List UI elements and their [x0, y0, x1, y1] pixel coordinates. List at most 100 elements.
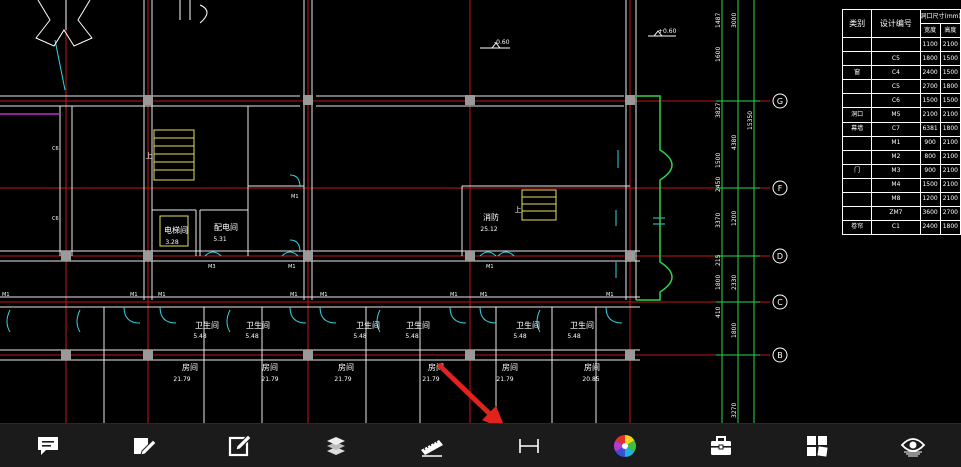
- schedule-cell-code: M2: [871, 149, 921, 165]
- room-6-area: 20.85: [582, 376, 599, 383]
- layers-icon: [327, 436, 346, 455]
- schedule-cell-w: 800: [919, 149, 941, 165]
- schedule-row: C6 1500 1500: [841, 93, 961, 109]
- door-label: M3: [208, 264, 216, 270]
- color-button[interactable]: [605, 426, 645, 466]
- room-2-area: 21.79: [261, 376, 278, 383]
- schedule-cell-code: ZM7: [871, 205, 921, 221]
- dim-3270: 3270: [731, 403, 738, 418]
- room-fire-name: 消防: [483, 212, 499, 222]
- schedule-cell-cat: [841, 149, 873, 165]
- schedule-cell-w: 1800: [919, 51, 941, 67]
- comment-button[interactable]: [28, 426, 68, 466]
- dim-1200: 1200: [731, 211, 738, 226]
- dim-3370: 3370: [715, 213, 722, 228]
- schedule-cell-w: 1500: [919, 93, 941, 109]
- schedule-row: ZM7 3600 2700: [841, 205, 961, 221]
- dimension-icon: [518, 438, 539, 453]
- stair-label-2: 上: [515, 205, 522, 214]
- schedule-cell-code: C1: [871, 219, 921, 236]
- schedule-cell-h: 2100: [939, 163, 961, 179]
- axis-label-g: G: [777, 97, 783, 106]
- schedule-cell-cat: 卷帘: [841, 219, 873, 236]
- schedule-cell-code: C5: [871, 51, 921, 67]
- axis-label-b: B: [777, 351, 783, 360]
- schedule-cell-code: M3: [871, 163, 921, 179]
- schedule-cell-h: 1500: [939, 51, 961, 67]
- dim-1500: 1500: [715, 153, 722, 168]
- markup-button[interactable]: [124, 426, 164, 466]
- door-label: M1: [450, 292, 458, 298]
- room-wc-6-name: 卫生间: [570, 320, 594, 330]
- elevation-top: -0.60: [494, 39, 510, 46]
- schedule-cell-cat: [841, 93, 873, 108]
- bottom-toolbar: [0, 423, 961, 467]
- edit-icon: [229, 433, 252, 456]
- dim-215: 215: [715, 254, 722, 266]
- schedule-header-size: 洞口尺寸(mm): [919, 8, 961, 25]
- schedule-cell-code: [871, 37, 921, 53]
- toolbox-icon: [710, 435, 731, 455]
- room-wc-4-name: 卫生间: [406, 320, 430, 330]
- schedule-cell-h: 2100: [939, 191, 961, 207]
- door-label: M1: [606, 292, 614, 298]
- schedule-cell-h: 1800: [939, 219, 961, 236]
- room-3-area: 21.79: [334, 376, 351, 383]
- edit-button[interactable]: [220, 426, 260, 466]
- schedule-row: M8 1200 2100: [841, 191, 961, 207]
- dim-15350: 15350: [747, 111, 754, 130]
- schedule-cell-w: 1100: [919, 37, 941, 53]
- toolbox-button[interactable]: [701, 426, 741, 466]
- schedule-cell-w: 1500: [919, 177, 941, 193]
- axis-label-c: C: [777, 298, 783, 307]
- schedule-cell-code: C7: [871, 121, 921, 137]
- room-wc-3-name: 卫生间: [356, 320, 380, 330]
- schedule-cell-code: M1: [871, 135, 921, 151]
- measure-button[interactable]: [412, 426, 452, 466]
- schedule-cell-h: 1500: [939, 65, 961, 81]
- schedule-cell-w: 2100: [919, 107, 941, 123]
- schedule-cell-cat: [841, 191, 873, 207]
- stair-label-1: 上: [146, 151, 153, 160]
- schedule-cell-code: C5: [871, 79, 921, 95]
- schedule-cell-code: M5: [871, 107, 921, 123]
- schedule-cell-cat: [841, 79, 873, 94]
- door-label: M1: [2, 292, 10, 298]
- view-button[interactable]: [893, 426, 933, 466]
- room-elevator-area: 3.28: [165, 239, 179, 246]
- layout-button[interactable]: [797, 426, 837, 466]
- schedule-cell-cat: 洞口: [841, 107, 873, 123]
- schedule-cell-w: 6381: [919, 121, 941, 137]
- room-wc-3-area: 5.48: [353, 333, 367, 340]
- schedule-cell-cat: 窗: [841, 65, 873, 81]
- room-wc-2-name: 卫生间: [246, 320, 270, 330]
- door-label: M1: [288, 264, 296, 270]
- schedule-cell-w: 2400: [919, 219, 941, 236]
- schedule-subheader-width: 宽度: [919, 23, 941, 39]
- schedule-cell-w: 1200: [919, 191, 941, 207]
- cad-drawing-canvas[interactable]: G F D C B 1487 1600 3000 3827 4380 1500 …: [0, 0, 961, 423]
- schedule-cell-h: 2100: [939, 107, 961, 123]
- dim-3827: 3827: [715, 103, 722, 118]
- schedule-cell-w: 900: [919, 163, 941, 179]
- schedule-cell-w: 2700: [919, 79, 941, 95]
- door-label: M1: [130, 292, 138, 298]
- schedule-cell-code: C6: [871, 93, 921, 109]
- window-label: C6: [52, 146, 59, 152]
- schedule-cell-code: M8: [871, 191, 921, 207]
- layers-button[interactable]: [316, 426, 356, 466]
- dimension-button[interactable]: [509, 426, 549, 466]
- room-wc-5-area: 5.48: [513, 333, 527, 340]
- door-label: M1: [480, 292, 488, 298]
- schedule-row: 窗 C4 2400 1500: [841, 65, 961, 81]
- schedule-cell-code: M4: [871, 177, 921, 193]
- schedule-cell-code: C4: [871, 65, 921, 81]
- schedule-row: 洞口 M5 2100 2100: [841, 107, 961, 123]
- eye-icon: [900, 437, 926, 456]
- dim-1800: 1800: [715, 275, 722, 290]
- room-5-area: 21.79: [496, 376, 513, 383]
- schedule-row: M1 900 2100: [841, 135, 961, 151]
- comment-icon: [38, 436, 59, 455]
- window-label: C6: [52, 216, 59, 222]
- schedule-cell-h: 2100: [939, 177, 961, 193]
